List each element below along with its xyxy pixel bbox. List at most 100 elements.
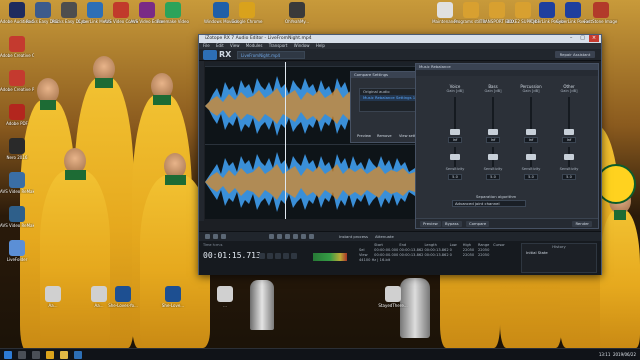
desktop-icon[interactable]: StayedThere... bbox=[376, 286, 410, 316]
desktop-icon[interactable]: FastStone Image Viewer bbox=[584, 2, 618, 32]
info-cell[interactable]: 00:00:13.862 bbox=[424, 253, 448, 258]
play-icon[interactable] bbox=[267, 253, 273, 259]
compare-remove-button[interactable]: Remove bbox=[377, 133, 392, 139]
desktop-icon[interactable]: AVS Video ReMaker bbox=[0, 206, 34, 236]
voice-sensitivity-knob[interactable] bbox=[450, 154, 460, 160]
zoom-in-icon[interactable] bbox=[205, 234, 210, 239]
menu-window[interactable]: Window bbox=[294, 43, 310, 48]
rewind-icon[interactable] bbox=[291, 253, 297, 259]
hand-icon[interactable] bbox=[309, 234, 314, 239]
other-gain-value[interactable]: Inf bbox=[562, 137, 576, 143]
desktop-icon[interactable]: She-Love... bbox=[156, 286, 190, 316]
magic-wand-icon[interactable] bbox=[301, 234, 306, 239]
menu-file[interactable]: File bbox=[203, 43, 210, 48]
select-time-icon[interactable] bbox=[269, 234, 274, 239]
record-icon[interactable] bbox=[259, 253, 265, 259]
instant-process-label[interactable]: Instant process bbox=[339, 233, 368, 241]
desktop-icon[interactable]: Nero 2016 bbox=[0, 138, 34, 168]
desktop-icon-label: Nero 2016 bbox=[6, 155, 28, 160]
voice-gain-value[interactable]: Inf bbox=[448, 137, 462, 143]
other-gain-slider[interactable] bbox=[564, 97, 574, 135]
desktop-icon[interactable]: She-Loves-Yo... bbox=[106, 286, 140, 316]
desktop-icon[interactable]: Adobe Creative Cloud bbox=[0, 36, 34, 66]
lasso-icon[interactable] bbox=[285, 234, 290, 239]
cricket-australia-logo bbox=[596, 164, 636, 204]
desktop-icon-label: ... bbox=[223, 303, 227, 308]
menu-transport[interactable]: Transport bbox=[269, 43, 288, 48]
percussion-gain-knob[interactable] bbox=[526, 129, 536, 135]
playhead-cursor[interactable] bbox=[285, 62, 286, 219]
rebalance-render-button[interactable]: Render bbox=[572, 221, 592, 227]
voice-gain-slider[interactable] bbox=[450, 97, 460, 135]
other-sensitivity-slider[interactable] bbox=[564, 147, 574, 167]
window-titlebar[interactable]: iZotope RX 7 Audio Editor - LiveFromNigh… bbox=[199, 35, 601, 43]
select-frequency-icon[interactable] bbox=[277, 234, 282, 239]
desktop-icon[interactable]: Freemake Video bbox=[156, 2, 190, 32]
rx-taskbar-icon[interactable] bbox=[74, 351, 82, 359]
other-sensitivity-value[interactable]: 5.0 bbox=[562, 174, 576, 180]
voice-gain-knob[interactable] bbox=[450, 129, 460, 135]
bass-gain-knob[interactable] bbox=[488, 129, 498, 135]
other-sensitivity-knob[interactable] bbox=[564, 154, 574, 160]
percussion-sensitivity-knob[interactable] bbox=[526, 154, 536, 160]
desktop-icon[interactable]: Adobe Creative Product... bbox=[0, 70, 34, 100]
zoom-fit-icon[interactable] bbox=[221, 234, 226, 239]
menu-view[interactable]: View bbox=[230, 43, 240, 48]
bass-sensitivity-value[interactable]: 5.0 bbox=[486, 174, 500, 180]
info-cell[interactable]: 0 bbox=[450, 253, 462, 258]
rebalance-preview-button[interactable]: Preview bbox=[420, 221, 441, 227]
desktop-icon[interactable]: Google Chrome bbox=[230, 2, 264, 32]
chrome-taskbar-icon[interactable] bbox=[46, 351, 54, 359]
search-icon[interactable] bbox=[18, 351, 26, 359]
task-view-icon[interactable] bbox=[32, 351, 40, 359]
desktop-icon[interactable]: Adobe PDF bbox=[0, 104, 34, 134]
bass-gain-value[interactable]: Inf bbox=[486, 137, 500, 143]
desktop-icon[interactable]: Aa... bbox=[36, 286, 70, 316]
attenuate-dropdown[interactable]: Attenuate bbox=[375, 233, 394, 241]
compare-preview-button[interactable]: Preview bbox=[357, 133, 371, 139]
rx-audio-editor-window[interactable]: iZotope RX 7 Audio Editor - LiveFromNigh… bbox=[198, 34, 602, 275]
percussion-gain-slider[interactable] bbox=[526, 97, 536, 135]
desktop-icon[interactable]: LiveFolder bbox=[0, 240, 34, 270]
menu-modules[interactable]: Modules bbox=[246, 43, 263, 48]
app-shortcut-icon bbox=[9, 138, 25, 154]
percussion-gain-value[interactable]: Inf bbox=[524, 137, 538, 143]
rebalance-compare-button[interactable]: Compare bbox=[466, 221, 490, 227]
maximize-button[interactable]: □ bbox=[578, 35, 588, 42]
system-tray[interactable]: 13:11 2019/06/22 bbox=[599, 349, 636, 360]
start-icon[interactable] bbox=[4, 351, 12, 359]
voice-sensitivity-value[interactable]: 5.0 bbox=[448, 174, 462, 180]
loop-icon[interactable] bbox=[283, 253, 289, 259]
history-item[interactable]: Initial State bbox=[522, 250, 596, 256]
menu-edit[interactable]: Edit bbox=[216, 43, 224, 48]
percussion-sensitivity-slider[interactable] bbox=[526, 147, 536, 167]
repair-assistant-button[interactable]: Repair Assistant bbox=[555, 51, 595, 58]
bass-sensitivity-knob[interactable] bbox=[488, 154, 498, 160]
bass-sensitivity-slider[interactable] bbox=[488, 147, 498, 167]
file-tab[interactable]: LiveFromNight.mp4 bbox=[237, 51, 305, 59]
stop-icon[interactable] bbox=[275, 253, 281, 259]
menu-help[interactable]: Help bbox=[316, 43, 325, 48]
percussion-sensitivity-value[interactable]: 5.0 bbox=[524, 174, 538, 180]
separation-algorithm-select[interactable]: Advanced joint channel bbox=[452, 200, 526, 207]
timecode-display[interactable]: 00:01:15.713 bbox=[203, 251, 261, 260]
minimize-button[interactable]: – bbox=[566, 35, 576, 42]
window-title: iZotope RX 7 Audio Editor - LiveFromNigh… bbox=[205, 36, 312, 41]
desktop-icon[interactable]: ... bbox=[208, 286, 242, 316]
file-explorer-icon[interactable] bbox=[60, 351, 68, 359]
info-cell[interactable]: 22050 bbox=[463, 253, 477, 258]
zoom-out-icon[interactable] bbox=[213, 234, 218, 239]
desktop-icon[interactable]: AVS Video ReMaker bbox=[0, 172, 34, 202]
voice-sensitivity-slider[interactable] bbox=[450, 147, 460, 167]
desktop-icon[interactable]: OhYeahMy... bbox=[280, 2, 314, 32]
rebalance-bypass-button[interactable]: Bypass bbox=[442, 221, 462, 227]
time-ruler[interactable] bbox=[205, 62, 415, 67]
info-cell[interactable]: 22050 bbox=[478, 253, 492, 258]
bass-gain-slider[interactable] bbox=[488, 97, 498, 135]
close-button[interactable]: × bbox=[589, 35, 599, 42]
info-cell[interactable]: 00:00:13.862 bbox=[399, 253, 423, 258]
music-rebalance-dialog[interactable]: Music Rebalance Voice Gain [dB] Inf Sens… bbox=[415, 63, 599, 229]
brush-icon[interactable] bbox=[293, 234, 298, 239]
other-gain-knob[interactable] bbox=[564, 129, 574, 135]
app-shortcut-icon bbox=[9, 104, 25, 120]
